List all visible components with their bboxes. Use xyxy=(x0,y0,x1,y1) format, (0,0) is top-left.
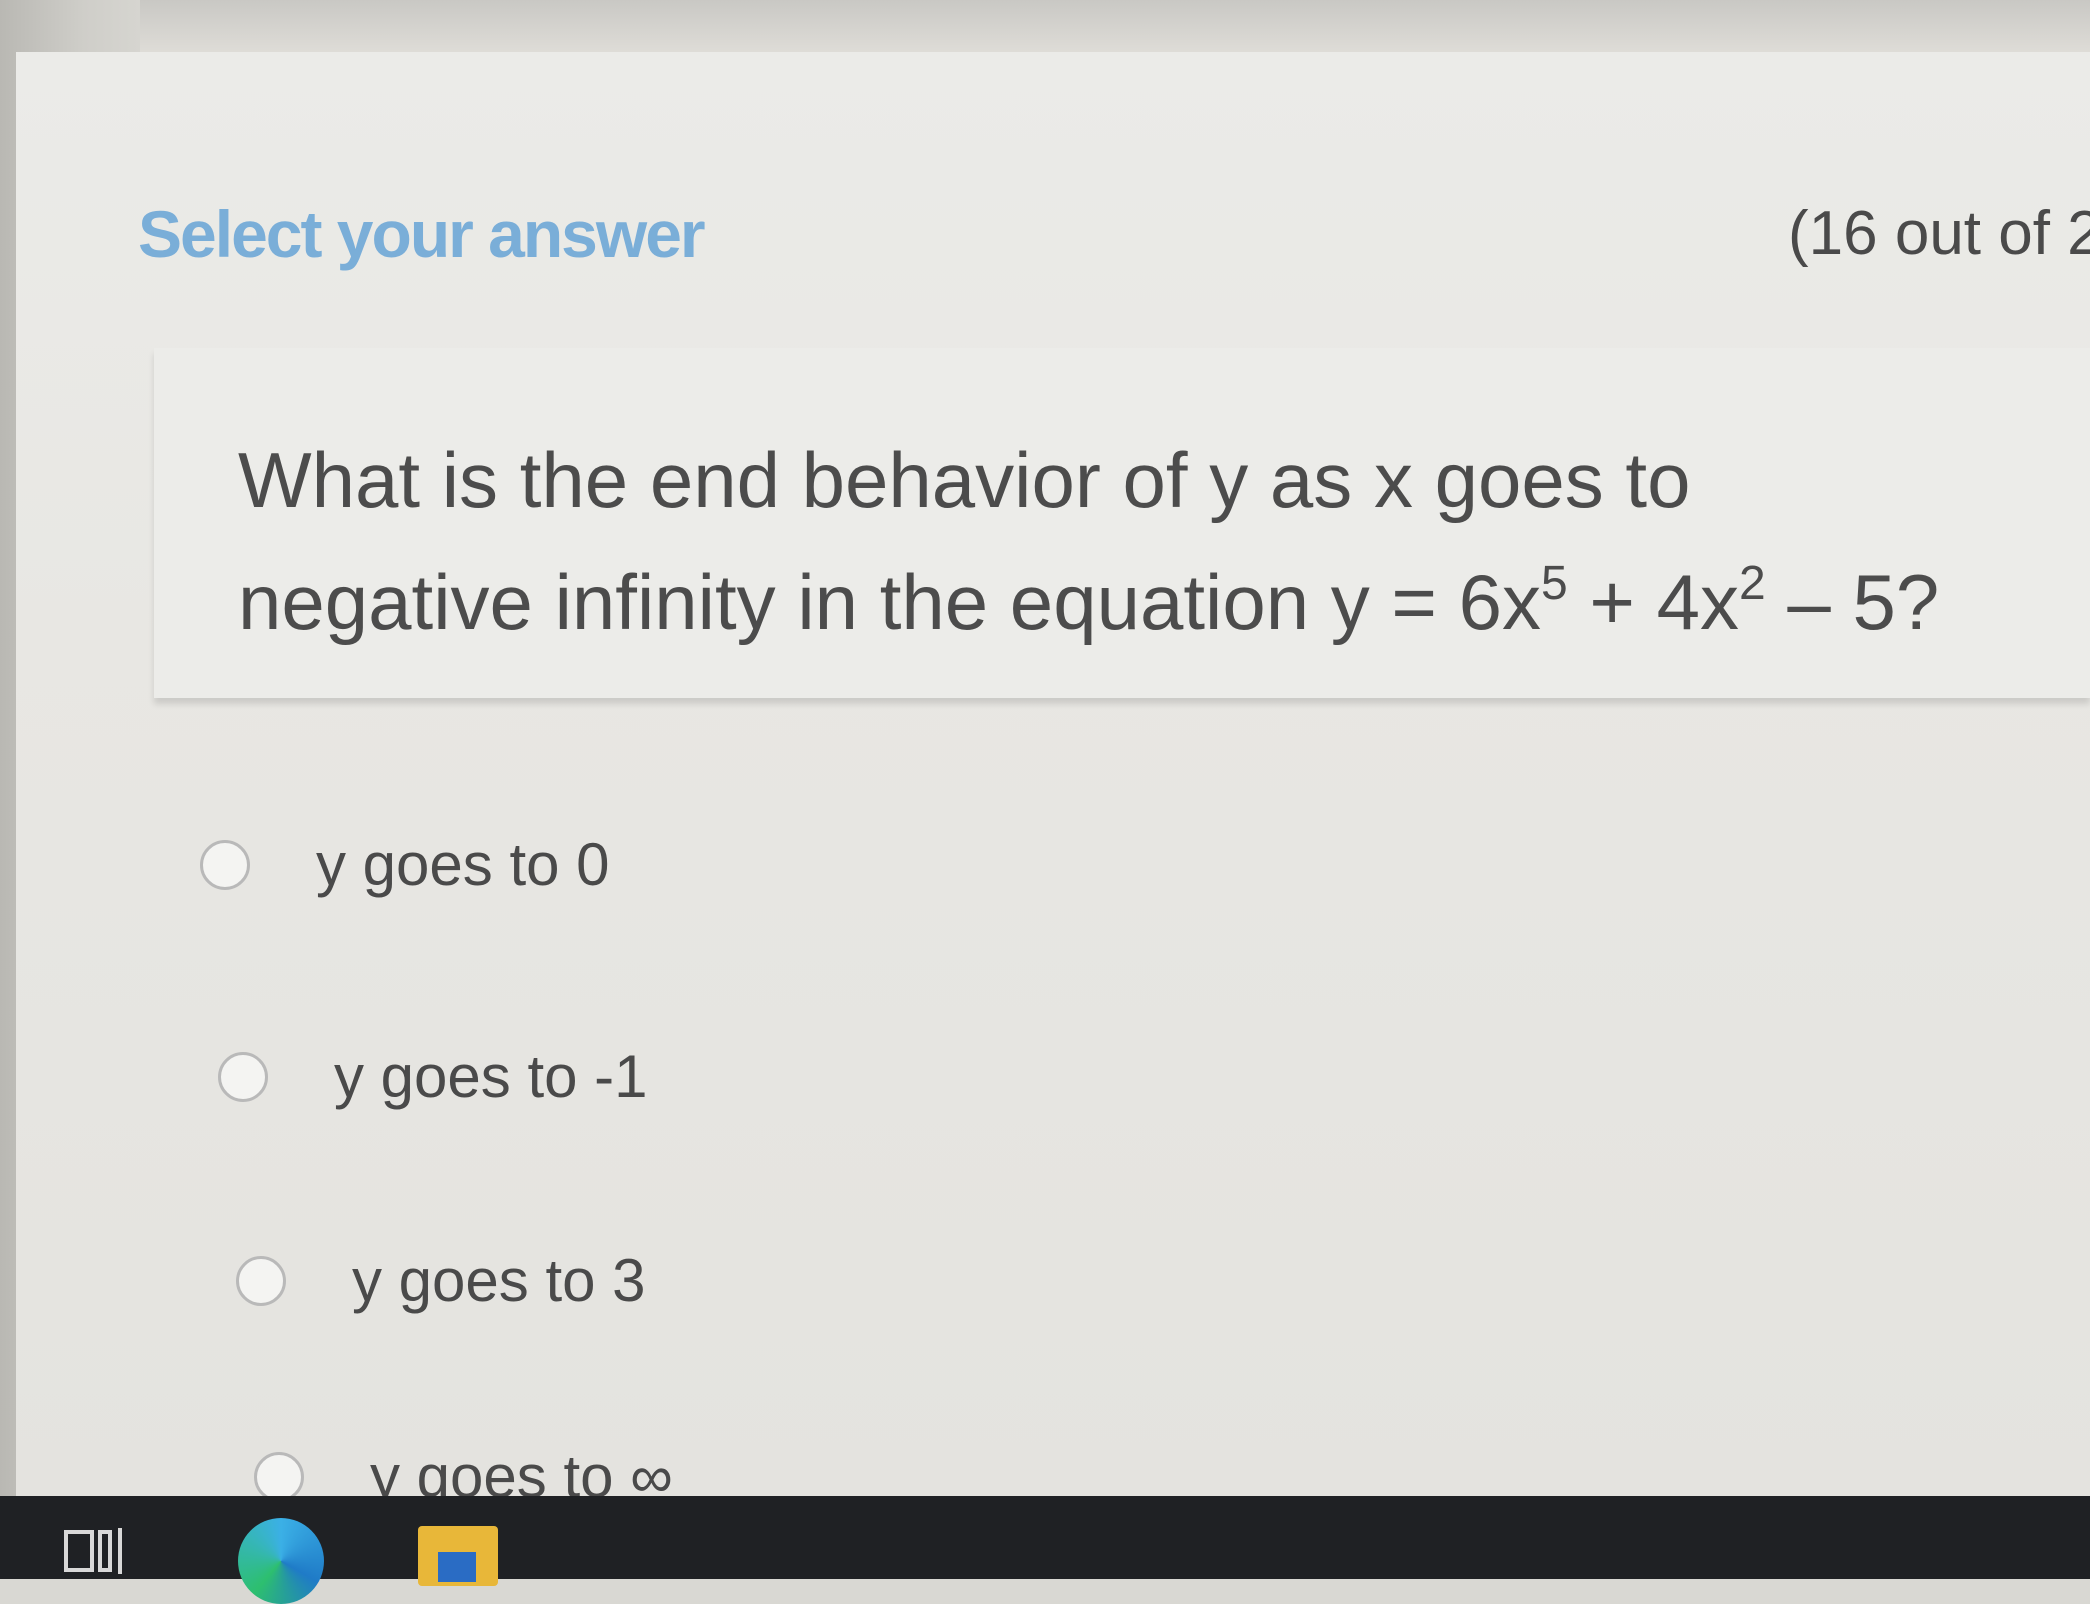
radio-button[interactable] xyxy=(218,1051,268,1102)
exponent-2: 2 xyxy=(1739,557,1766,610)
question-line-2-end: – 5? xyxy=(1765,558,1940,646)
question-text: What is the end behavior of y as x goes … xyxy=(238,428,1939,654)
page-title: Select your answer xyxy=(138,197,706,271)
radio-button[interactable] xyxy=(236,1255,286,1306)
radio-button[interactable] xyxy=(254,1451,304,1502)
question-line-2-middle: + 4x xyxy=(1567,558,1740,646)
answer-option-1[interactable]: y goes to 0 xyxy=(200,830,610,899)
question-line-2-start: negative infinity in the equation y = 6x xyxy=(238,558,1542,646)
answer-option-3[interactable]: y goes to 3 xyxy=(236,1246,646,1315)
taskbar xyxy=(0,1496,2090,1604)
answer-option-2[interactable]: y goes to -1 xyxy=(218,1042,648,1111)
answer-label: y goes to 3 xyxy=(352,1247,646,1314)
question-progress: (16 out of 2 xyxy=(1788,199,2090,268)
browser-top-strip xyxy=(0,0,2090,52)
edge-browser-icon[interactable] xyxy=(238,1518,324,1604)
question-card: What is the end behavior of y as x goes … xyxy=(154,348,2090,698)
question-line-2: negative infinity in the equation y = 6x… xyxy=(238,532,1939,654)
question-line-1: What is the end behavior of y as x goes … xyxy=(238,436,1691,524)
radio-button[interactable] xyxy=(200,839,250,890)
answer-label: y goes to -1 xyxy=(334,1043,648,1110)
answer-label: y goes to 0 xyxy=(316,831,610,898)
file-explorer-icon[interactable] xyxy=(418,1526,498,1586)
exponent-5: 5 xyxy=(1541,557,1568,610)
task-view-icon[interactable] xyxy=(62,1526,132,1576)
